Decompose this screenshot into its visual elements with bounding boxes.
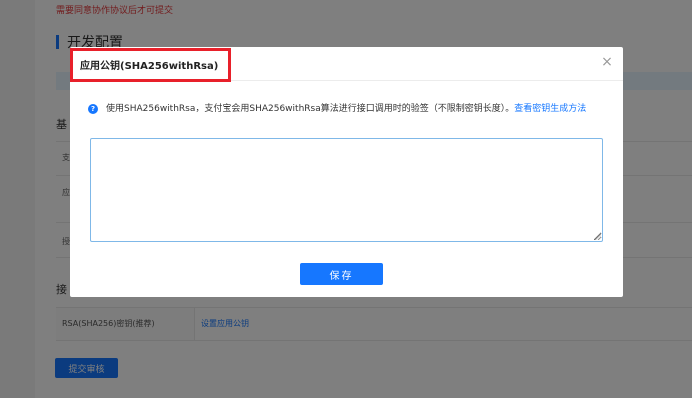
save-button[interactable]: 保存: [300, 263, 383, 285]
close-icon[interactable]: ×: [599, 54, 615, 70]
key-generation-method-link[interactable]: 查看密钥生成方法: [514, 104, 586, 114]
public-key-textarea[interactable]: [90, 138, 603, 242]
tip-text: 使用SHA256withRsa，支付宝会用SHA256withRsa算法进行接口…: [106, 104, 515, 114]
tip-message: ? 使用SHA256withRsa，支付宝会用SHA256withRsa算法进行…: [88, 102, 608, 116]
title-highlight-box: [70, 48, 231, 82]
tip-text-wrapper: 使用SHA256withRsa，支付宝会用SHA256withRsa算法进行接口…: [106, 102, 608, 116]
modal-header: 应用公钥(SHA256withRsa) ×: [70, 47, 623, 82]
public-key-modal: 应用公钥(SHA256withRsa) × ? 使用SHA256withRsa，…: [70, 47, 623, 297]
question-icon: ?: [88, 104, 98, 114]
